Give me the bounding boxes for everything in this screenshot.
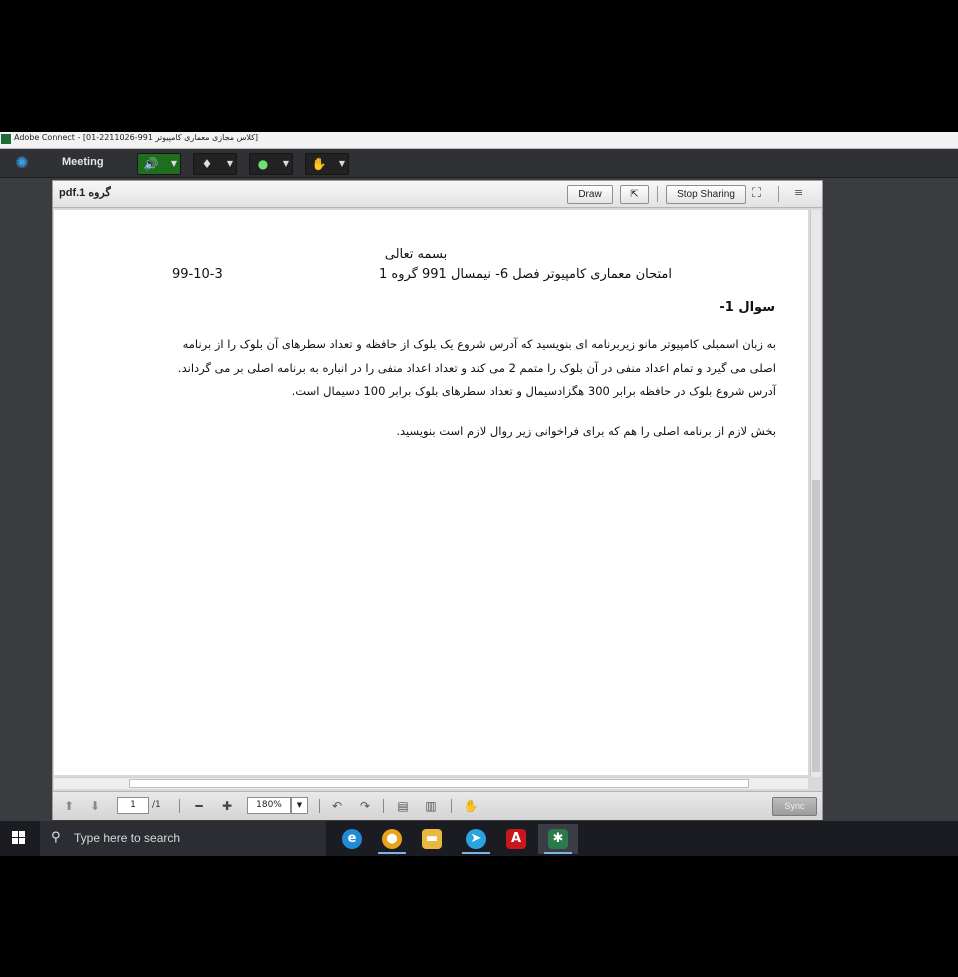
adobe-connect-logo-icon[interactable]: ✺ bbox=[13, 154, 31, 172]
page-total: /1 bbox=[152, 800, 161, 810]
draw-button[interactable]: Draw bbox=[567, 185, 613, 204]
chevron-down-icon[interactable]: ▼ bbox=[171, 157, 177, 171]
divider bbox=[319, 799, 320, 813]
next-page-icon[interactable]: ⬇ bbox=[87, 798, 103, 814]
acrobat-icon: A bbox=[506, 829, 526, 849]
share-pod-header: گروه 1.pdf Draw ⇱ Stop Sharing ⛶ ≡ bbox=[53, 181, 822, 208]
telegram-icon: ➤ bbox=[466, 829, 486, 849]
taskbar-app-telegram[interactable]: ➤ bbox=[456, 824, 496, 854]
second-paragraph: بخش لازم از برنامه اصلی را هم که برای فر… bbox=[396, 424, 776, 438]
edge-icon: e bbox=[342, 829, 362, 849]
scroll-thumb[interactable] bbox=[812, 480, 820, 772]
webcam-button[interactable]: ● ▼ bbox=[249, 153, 293, 175]
chrome-icon: ● bbox=[382, 829, 402, 849]
divider bbox=[657, 186, 658, 202]
doc-heading: بسمه تعالی bbox=[384, 247, 448, 262]
stop-sharing-button[interactable]: Stop Sharing bbox=[666, 185, 746, 204]
raise-hand-icon: ✋ bbox=[311, 157, 327, 171]
webcam-icon: ● bbox=[257, 157, 269, 171]
question-label: سوال 1- bbox=[719, 300, 775, 315]
pod-options-icon[interactable]: ≡ bbox=[794, 186, 803, 199]
scroll-thumb[interactable] bbox=[129, 779, 749, 788]
microphone-icon: ♦ bbox=[201, 157, 213, 171]
exam-date: 99-10-3 bbox=[172, 267, 223, 282]
zoom-select[interactable]: 180% bbox=[247, 797, 291, 814]
vertical-scrollbar[interactable] bbox=[810, 210, 821, 777]
page-number-input[interactable]: 1 bbox=[117, 797, 149, 814]
zoom-in-icon[interactable]: ✚ bbox=[219, 798, 235, 814]
screen: [کلاس مجازی معماری کامپیوتر 991-2211026-… bbox=[0, 132, 958, 856]
speaker-icon: 🔊 bbox=[143, 157, 159, 171]
divider bbox=[451, 799, 452, 813]
taskbar-app-edge[interactable]: e bbox=[332, 824, 372, 854]
fit-width-icon[interactable]: ▥ bbox=[423, 798, 439, 814]
paragraph-line: به زبان اسمبلی کامپیوتر مانو زیربرنامه ا… bbox=[182, 337, 776, 351]
window-titlebar: [کلاس مجازی معماری کامپیوتر 991-2211026-… bbox=[0, 132, 958, 149]
adobe-connect-task-icon: ✱ bbox=[548, 829, 568, 849]
meeting-menu[interactable]: Meeting bbox=[52, 154, 114, 170]
pointer-tool-button[interactable]: ⇱ bbox=[620, 185, 649, 204]
pdf-page: بسمه تعالی امتحان معماری کامپیوتر فصل 6-… bbox=[54, 210, 808, 775]
search-placeholder[interactable]: Type here to search bbox=[74, 831, 180, 845]
taskbar-app-adobe-connect[interactable]: ✱ bbox=[538, 824, 578, 854]
taskbar-app-chrome[interactable]: ● bbox=[372, 824, 412, 854]
hand-tool-icon[interactable]: ✋ bbox=[463, 798, 479, 814]
horizontal-scrollbar[interactable] bbox=[54, 777, 808, 789]
windows-taskbar: ⚲ Type here to search e ● ▬ ➤ A ✱ bbox=[0, 821, 958, 856]
divider bbox=[778, 186, 779, 202]
chevron-down-icon[interactable]: ▼ bbox=[339, 157, 345, 171]
speaker-button[interactable]: 🔊 ▼ bbox=[137, 153, 181, 175]
rotate-left-icon[interactable]: ↶ bbox=[329, 798, 345, 814]
paragraph-line: آدرس شروع بلوک در حافظه برابر 300 هگزادس… bbox=[291, 384, 776, 398]
divider bbox=[383, 799, 384, 813]
rotate-right-icon[interactable]: ↷ bbox=[357, 798, 373, 814]
sync-button[interactable]: Sync bbox=[772, 797, 817, 816]
paragraph-line: اصلی می گیرد و تمام اعداد منفی در آن بلو… bbox=[177, 361, 776, 375]
fit-page-icon[interactable]: ▤ bbox=[395, 798, 411, 814]
file-explorer-icon: ▬ bbox=[422, 829, 442, 849]
exam-title: امتحان معماری کامپیوتر فصل 6- نیمسال 991… bbox=[378, 267, 672, 282]
taskbar-search[interactable]: ⚲ Type here to search bbox=[40, 821, 326, 856]
taskbar-app-explorer[interactable]: ▬ bbox=[412, 824, 452, 854]
chevron-down-icon[interactable]: ▼ bbox=[227, 157, 233, 171]
share-pod: گروه 1.pdf Draw ⇱ Stop Sharing ⛶ ≡ بسمه … bbox=[52, 180, 823, 820]
fullscreen-icon[interactable]: ⛶ bbox=[752, 186, 761, 201]
divider bbox=[179, 799, 180, 813]
previous-page-icon[interactable]: ⬆ bbox=[61, 798, 77, 814]
pdf-toolbar: ⬆ ⬇ 1 /1 ━ ✚ 180% ▼ ↶ ↷ ▤ ▥ ✋ Sync bbox=[53, 791, 822, 820]
windows-start-icon[interactable] bbox=[12, 831, 26, 845]
zoom-out-icon[interactable]: ━ bbox=[191, 798, 207, 814]
raise-hand-button[interactable]: ✋ ▼ bbox=[305, 153, 349, 175]
connect-menubar: ✺ Meeting 🔊 ▼ ♦ ▼ ● ▼ ✋ ▼ bbox=[0, 149, 958, 178]
chevron-down-icon[interactable]: ▼ bbox=[291, 797, 308, 814]
chevron-down-icon[interactable]: ▼ bbox=[283, 157, 289, 171]
search-icon: ⚲ bbox=[51, 830, 61, 845]
shared-file-name: گروه 1.pdf bbox=[59, 187, 111, 199]
microphone-button[interactable]: ♦ ▼ bbox=[193, 153, 237, 175]
taskbar-app-acrobat[interactable]: A bbox=[496, 824, 536, 854]
window-title: [کلاس مجازی معماری کامپیوتر 991-2211026-… bbox=[14, 133, 259, 142]
app-icon bbox=[1, 134, 11, 144]
